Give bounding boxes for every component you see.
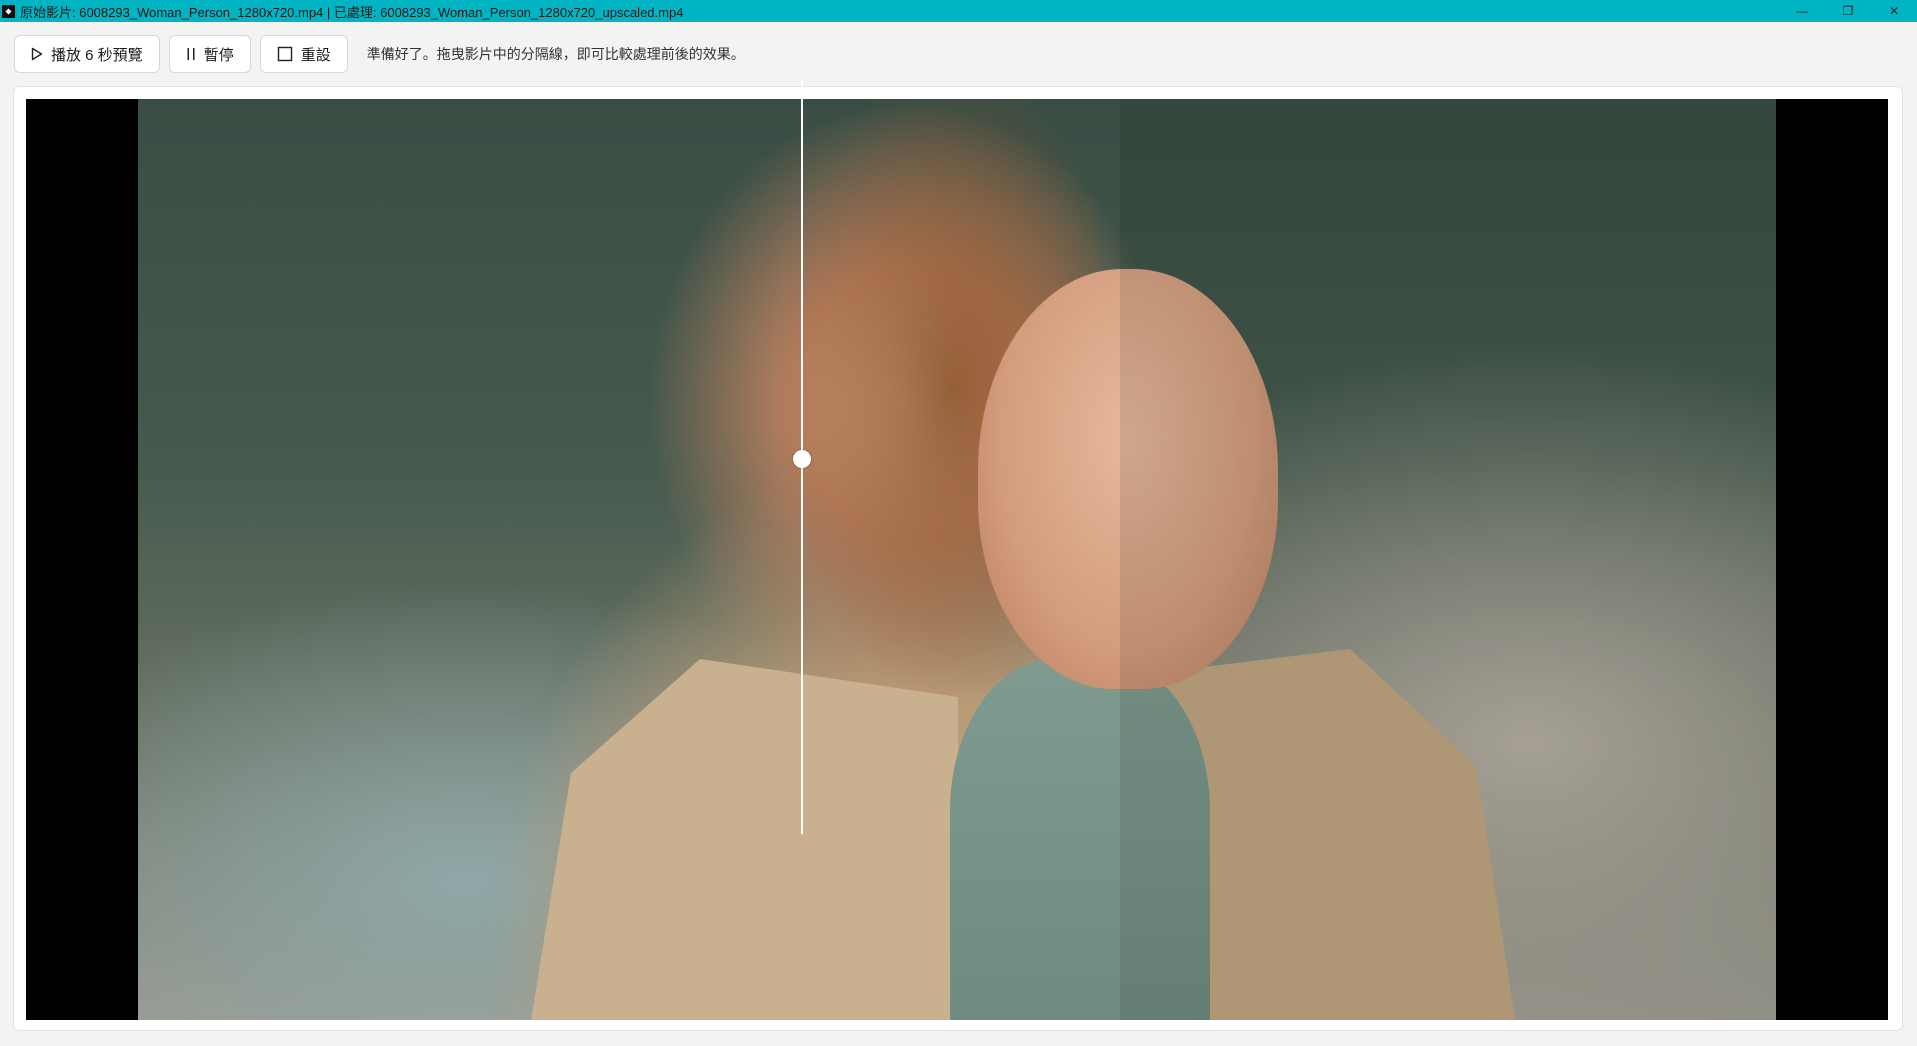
status-message: 準備好了。拖曳影片中的分隔線，即可比較處理前後的效果。 (366, 46, 745, 62)
video-frame (138, 99, 1776, 1020)
toolbar: 播放 6 秒預覽 暫停 重設 準備好了。拖曳影片中的分隔線，即可比較處理前後的效… (0, 22, 1917, 86)
reset-icon (277, 46, 292, 62)
window-controls: — ❐ ✕ (1779, 0, 1917, 22)
subject-coat-left (528, 659, 958, 1020)
play-preview-label: 播放 6 秒預覽 (51, 46, 143, 64)
minimize-button[interactable]: — (1779, 0, 1825, 22)
reset-label: 重設 (300, 46, 331, 64)
pause-button[interactable]: 暫停 (168, 35, 251, 73)
comparison-video[interactable] (26, 99, 1888, 1020)
play-icon (31, 47, 43, 61)
maximize-button[interactable]: ❐ (1825, 0, 1871, 22)
reset-button[interactable]: 重設 (259, 35, 348, 73)
pause-icon (187, 48, 195, 60)
window-title: 原始影片: 6008293_Woman_Person_1280x720.mp4 … (20, 4, 684, 20)
title-bar: 原始影片: 6008293_Woman_Person_1280x720.mp4 … (0, 0, 1917, 22)
pause-label: 暫停 (203, 46, 234, 64)
close-button[interactable]: ✕ (1871, 0, 1917, 22)
split-handle[interactable] (793, 450, 811, 468)
play-preview-button[interactable]: 播放 6 秒預覽 (14, 35, 160, 73)
app-icon (2, 4, 15, 18)
processed-side (1120, 99, 1776, 1020)
